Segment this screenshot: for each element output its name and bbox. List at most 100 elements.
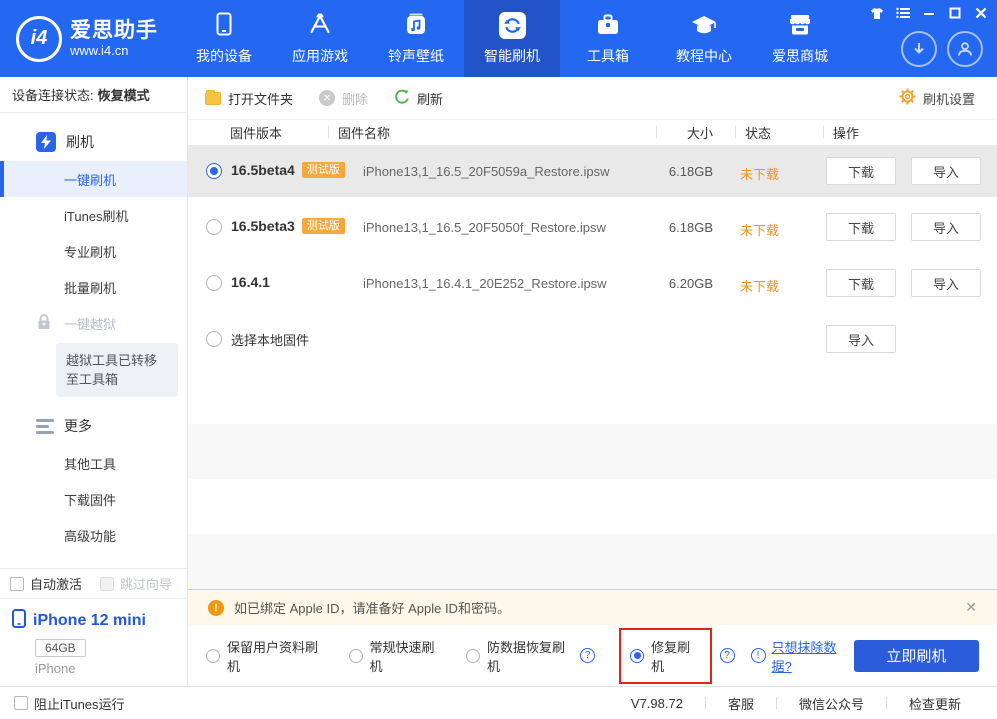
- nav-tab-tutorials[interactable]: 教程中心: [656, 0, 752, 77]
- firmware-filename: iPhone13,1_16.5_20F5059a_Restore.ipsw: [363, 164, 609, 179]
- sidebar-group-more[interactable]: 更多: [0, 407, 187, 445]
- storefront-icon: [787, 11, 813, 39]
- sidebar-item-advanced-features[interactable]: 高级功能: [0, 517, 187, 553]
- main-content: 打开文件夹 ✕ 删除 刷新 刷机设置: [188, 77, 997, 686]
- download-button[interactable]: 下载: [826, 213, 896, 241]
- phone-icon: [212, 11, 236, 39]
- notice-text: 如已绑定 Apple ID，请准备好 Apple ID和密码。: [234, 598, 955, 617]
- music-note-icon: [403, 11, 429, 39]
- radio-icon: [206, 649, 220, 663]
- sidebar-item-itunes-flash[interactable]: iTunes刷机: [0, 197, 187, 233]
- checkbox-icon: [10, 577, 24, 591]
- flash-settings-button[interactable]: 刷机设置: [899, 88, 975, 108]
- wechat-official-link[interactable]: 微信公众号: [777, 694, 886, 713]
- sidebar: 设备连接状态: 恢复模式 刷机 一键刷机 iTunes刷机 专业刷机 批量刷机: [0, 77, 188, 686]
- brand-name: 爱思助手: [70, 19, 158, 43]
- firmware-row[interactable]: 16.5beta3测试版 iPhone13,1_16.5_20F5050f_Re…: [188, 201, 997, 253]
- user-account-icon[interactable]: [947, 31, 983, 67]
- window-controls: [869, 5, 989, 21]
- nav-tab-ringtones[interactable]: 铃声壁纸: [368, 0, 464, 77]
- flash-device-icon: [36, 132, 56, 152]
- check-update-link[interactable]: 检查更新: [887, 694, 983, 713]
- import-button[interactable]: 导入: [911, 157, 981, 185]
- nav-tab-toolbox[interactable]: 工具箱: [560, 0, 656, 77]
- download-button[interactable]: 下载: [826, 157, 896, 185]
- column-action: 操作: [833, 123, 859, 142]
- checkbox-icon: [100, 577, 114, 591]
- radio-icon: [466, 649, 480, 663]
- app-logo: i4 爱思助手 www.i4.cn: [0, 0, 176, 77]
- local-firmware-row[interactable]: 选择本地固件 导入: [188, 313, 997, 365]
- firmware-radio[interactable]: [206, 331, 222, 347]
- firmware-row[interactable]: 16.5beta4测试版 iPhone13,1_16.5_20F5059a_Re…: [188, 145, 997, 197]
- firmware-table-header: 固件版本 固件名称 大小 状态 操作: [188, 120, 997, 145]
- import-button[interactable]: 导入: [826, 325, 896, 353]
- folder-icon: [205, 92, 221, 105]
- download-manager-icon[interactable]: [901, 31, 937, 67]
- sidebar-item-pro-flash[interactable]: 专业刷机: [0, 233, 187, 269]
- info-icon[interactable]: !: [751, 648, 766, 663]
- column-size: 大小: [653, 123, 713, 142]
- mode-anti-data-recovery[interactable]: 防数据恢复刷机 ?: [466, 637, 595, 675]
- more-lines-icon: [36, 419, 54, 434]
- firmware-radio[interactable]: [206, 275, 222, 291]
- flash-now-button[interactable]: 立即刷机: [854, 640, 979, 672]
- firmware-version: 16.5beta3: [231, 218, 295, 234]
- sidebar-item-download-firmware[interactable]: 下载固件: [0, 481, 187, 517]
- skin-icon[interactable]: [869, 5, 885, 21]
- device-model: iPhone: [35, 661, 187, 676]
- minimize-icon[interactable]: [921, 5, 937, 21]
- firmware-status: 未下载: [740, 276, 779, 295]
- column-status: 状态: [745, 123, 771, 142]
- refresh-button[interactable]: 刷新: [394, 89, 443, 108]
- help-icon[interactable]: ?: [580, 648, 595, 663]
- maximize-icon[interactable]: [947, 5, 963, 21]
- sidebar-item-one-click-flash[interactable]: 一键刷机: [0, 161, 187, 197]
- sidebar-item-other-tools[interactable]: 其他工具: [0, 445, 187, 481]
- firmware-size: 6.18GB: [643, 220, 713, 235]
- open-folder-button[interactable]: 打开文件夹: [205, 89, 293, 108]
- brand-url: www.i4.cn: [70, 43, 158, 58]
- local-firmware-label: 选择本地固件: [231, 330, 309, 349]
- firmware-filename: iPhone13,1_16.4.1_20E252_Restore.ipsw: [363, 276, 607, 291]
- customer-service-link[interactable]: 客服: [706, 694, 776, 713]
- empty-row-stripe: [188, 534, 997, 589]
- nav-tab-store[interactable]: 爱思商城: [752, 0, 848, 77]
- mode-keep-user-data[interactable]: 保留用户资料刷机: [206, 637, 327, 675]
- mode-repair-flash[interactable]: 修复刷机: [630, 637, 700, 675]
- notice-close-icon[interactable]: ✕: [965, 599, 977, 616]
- checkbox-icon: [14, 696, 28, 710]
- help-icon[interactable]: ?: [720, 648, 735, 663]
- refresh-icon: [394, 89, 410, 108]
- menu-icon[interactable]: [895, 5, 911, 21]
- firmware-row[interactable]: 16.4.1 iPhone13,1_16.4.1_20E252_Restore.…: [188, 257, 997, 309]
- jailbreak-moved-note: 越狱工具已转移至工具箱: [56, 343, 178, 397]
- auto-activate-checkbox[interactable]: 自动激活: [10, 574, 82, 593]
- briefcase-icon: [595, 11, 621, 39]
- sidebar-item-batch-flash[interactable]: 批量刷机: [0, 269, 187, 305]
- erase-data-link[interactable]: 只想抹除数据?: [772, 637, 854, 675]
- sidebar-group-flash[interactable]: 刷机: [0, 123, 187, 161]
- block-itunes-checkbox[interactable]: 阻止iTunes运行: [14, 694, 125, 713]
- i4-logo-icon: i4: [16, 16, 62, 62]
- firmware-radio[interactable]: [206, 219, 222, 235]
- import-button[interactable]: 导入: [911, 269, 981, 297]
- nav-tab-my-device[interactable]: 我的设备: [176, 0, 272, 77]
- sidebar-checkbox-row: 自动激活 跳过向导: [0, 568, 187, 598]
- connected-device-card: iPhone 12 mini 64GB iPhone: [0, 598, 187, 686]
- close-icon[interactable]: [973, 5, 989, 21]
- firmware-status: 未下载: [740, 220, 779, 239]
- empty-table-area: [188, 369, 997, 589]
- column-divider: [328, 125, 329, 139]
- device-connection-status: 设备连接状态: 恢复模式: [0, 77, 187, 113]
- device-phone-icon: [12, 609, 26, 633]
- nav-tab-smart-flash[interactable]: 智能刷机: [464, 0, 560, 77]
- lock-icon: [36, 313, 52, 333]
- nav-tab-apps-games[interactable]: 应用游戏: [272, 0, 368, 77]
- firmware-radio-selected[interactable]: [206, 163, 222, 179]
- import-button[interactable]: 导入: [911, 213, 981, 241]
- mode-normal-quick-flash[interactable]: 常规快速刷机: [349, 637, 444, 675]
- warning-icon: !: [208, 600, 224, 616]
- download-button[interactable]: 下载: [826, 269, 896, 297]
- main-nav: 我的设备 应用游戏 铃声壁纸 智能刷机: [176, 0, 848, 77]
